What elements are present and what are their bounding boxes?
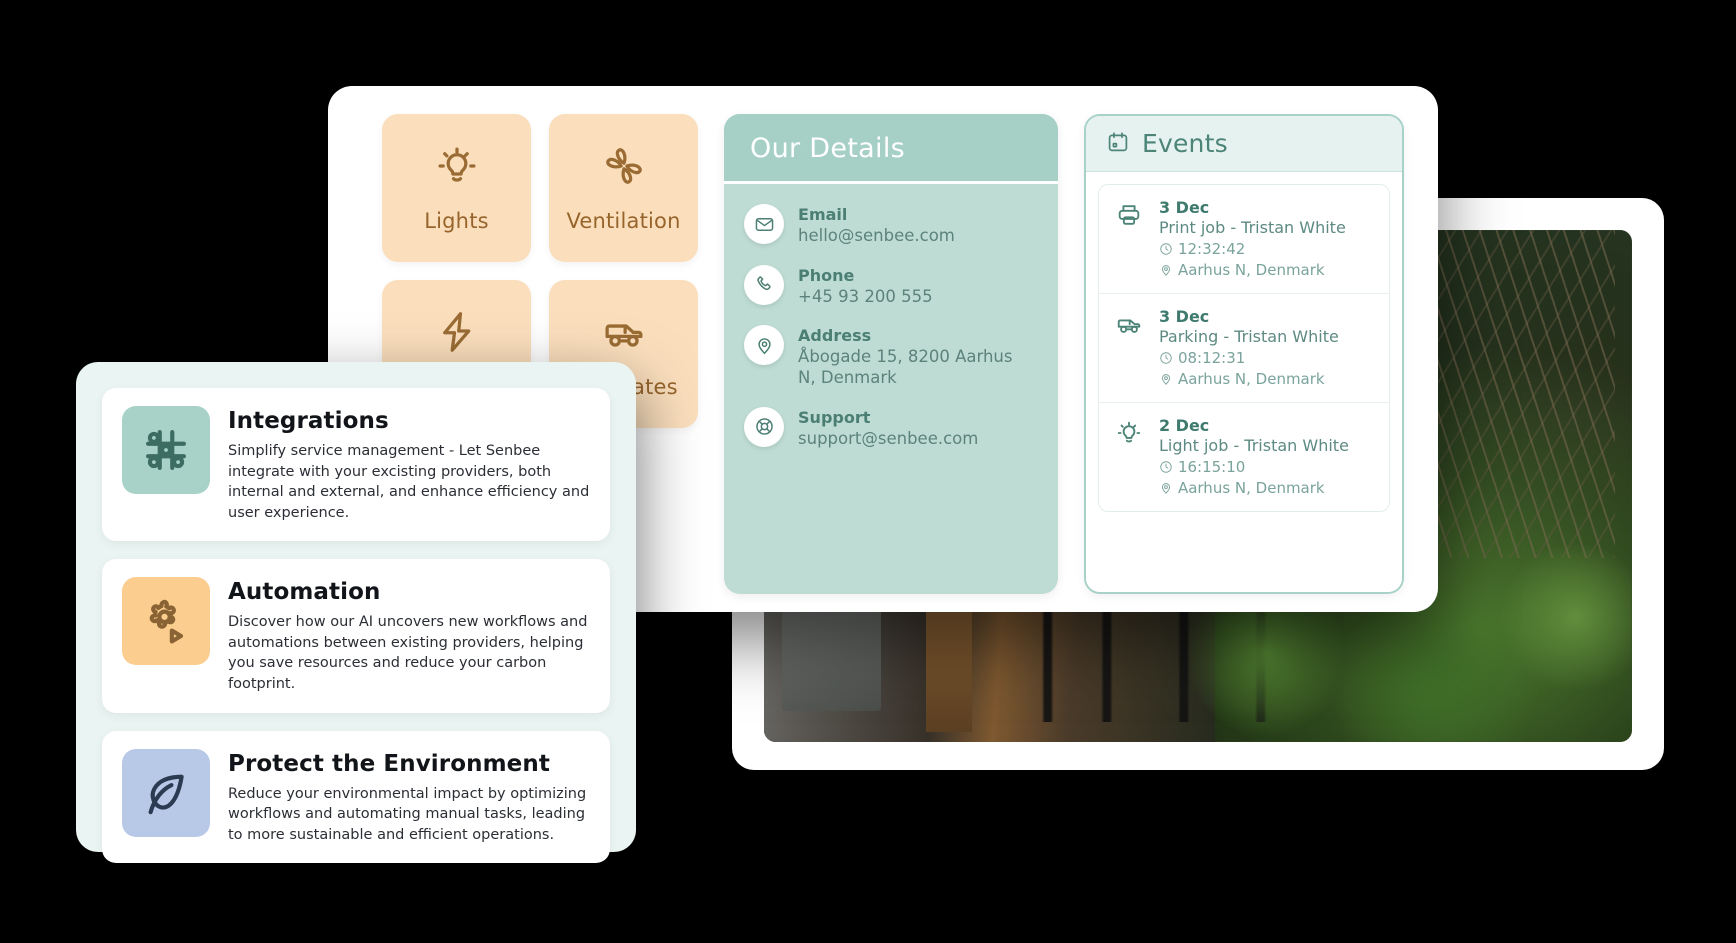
event-item[interactable]: 2 Dec Light job - Tristan White 16:15:10… xyxy=(1099,403,1389,511)
clock-icon xyxy=(1160,352,1172,364)
feature-desc: Reduce your environmental impact by opti… xyxy=(228,785,587,843)
our-details-card: Our Details Email hello@senbee.com Phone… xyxy=(724,114,1058,594)
event-desc: Print job - Tristan White xyxy=(1158,218,1346,237)
detail-label: Email xyxy=(798,205,848,224)
calendar-icon xyxy=(1106,130,1130,158)
location-pin-icon xyxy=(1161,483,1171,494)
events-card: Events 3 Dec Print job - Tristan White 1… xyxy=(1083,114,1404,594)
location-pin-icon xyxy=(744,325,785,366)
features-panel: Integrations Simplify service management… xyxy=(76,362,636,864)
event-time: 16:15:10 xyxy=(1159,458,1349,476)
detail-value: hello@senbee.com xyxy=(798,226,955,245)
gear-play-icon xyxy=(122,577,210,666)
event-date: 3 Dec xyxy=(1158,198,1210,217)
event-place: Aarhus N, Denmark xyxy=(1159,370,1339,388)
feature-desc: Discover how our AI uncovers new workflo… xyxy=(228,614,588,693)
feature-desc: Simplify service management - Let Senbee… xyxy=(228,443,590,521)
car-icon xyxy=(1113,307,1145,388)
detail-row-phone: Phone +45 93 200 555 xyxy=(744,264,1034,308)
event-date: 3 Dec xyxy=(1158,307,1210,326)
feature-title: Protect the Environment xyxy=(228,750,550,777)
detail-row-email: Email hello@senbee.com xyxy=(744,204,1034,247)
events-scroll-fade xyxy=(1085,546,1402,592)
feature-title: Automation xyxy=(228,579,381,606)
bolt-icon xyxy=(434,309,480,359)
event-date: 2 Dec xyxy=(1158,416,1210,435)
lightbulb-icon xyxy=(434,143,480,193)
event-desc: Parking - Tristan White xyxy=(1158,327,1339,346)
event-place: Aarhus N, Denmark xyxy=(1159,479,1349,497)
event-item[interactable]: 3 Dec Print job - Tristan White 12:32:42… xyxy=(1098,185,1389,294)
feature-card-integrations[interactable]: Integrations Simplify service management… xyxy=(102,388,610,542)
tile-lights[interactable]: Lights xyxy=(382,114,532,262)
tile-label: Lights xyxy=(424,209,489,233)
events-list: 3 Dec Print job - Tristan White 12:32:42… xyxy=(1097,184,1390,512)
feature-card-environment[interactable]: Protect the Environment Reduce your envi… xyxy=(102,730,610,864)
clock-icon xyxy=(1160,461,1172,473)
detail-label: Phone xyxy=(798,265,855,285)
our-details-title: Our Details xyxy=(724,114,1058,184)
event-time: 08:12:31 xyxy=(1159,349,1339,367)
lifebuoy-icon xyxy=(744,406,785,447)
fan-icon xyxy=(601,143,647,193)
detail-label: Address xyxy=(798,326,872,346)
detail-row-support: Support support@senbee.com xyxy=(744,406,1034,450)
lightbulb-icon xyxy=(1113,416,1145,497)
phone-icon xyxy=(744,264,785,305)
grid-nodes-icon xyxy=(122,406,210,494)
leaf-icon xyxy=(122,748,210,837)
detail-label: Support xyxy=(798,407,871,427)
car-icon xyxy=(601,309,647,359)
feature-card-automation[interactable]: Automation Discover how our AI uncovers … xyxy=(102,559,610,713)
detail-row-address: Address Åbogade 15, 8200 Aarhus N, Denma… xyxy=(744,325,1034,388)
tile-label: Ventilation xyxy=(566,209,681,233)
event-place: Aarhus N, Denmark xyxy=(1159,261,1346,279)
printer-icon xyxy=(1113,198,1145,279)
events-title: Events xyxy=(1141,129,1228,158)
location-pin-icon xyxy=(1161,374,1171,385)
envelope-icon xyxy=(744,204,785,244)
detail-value: Åbogade 15, 8200 Aarhus N, Denmark xyxy=(798,347,1013,387)
feature-title: Integrations xyxy=(228,408,389,434)
event-desc: Light job - Tristan White xyxy=(1158,436,1349,455)
clock-icon xyxy=(1160,243,1172,255)
screenshot-stage: Lights Ventilation Power xyxy=(0,0,1736,943)
detail-value: support@senbee.com xyxy=(798,428,979,448)
events-header: Events xyxy=(1085,116,1402,172)
tile-ventilation[interactable]: Ventilation xyxy=(549,114,699,262)
location-pin-icon xyxy=(1161,265,1171,276)
detail-value: +45 93 200 555 xyxy=(798,286,933,306)
event-time: 12:32:42 xyxy=(1159,240,1346,258)
event-item[interactable]: 3 Dec Parking - Tristan White 08:12:31 A… xyxy=(1098,294,1389,403)
